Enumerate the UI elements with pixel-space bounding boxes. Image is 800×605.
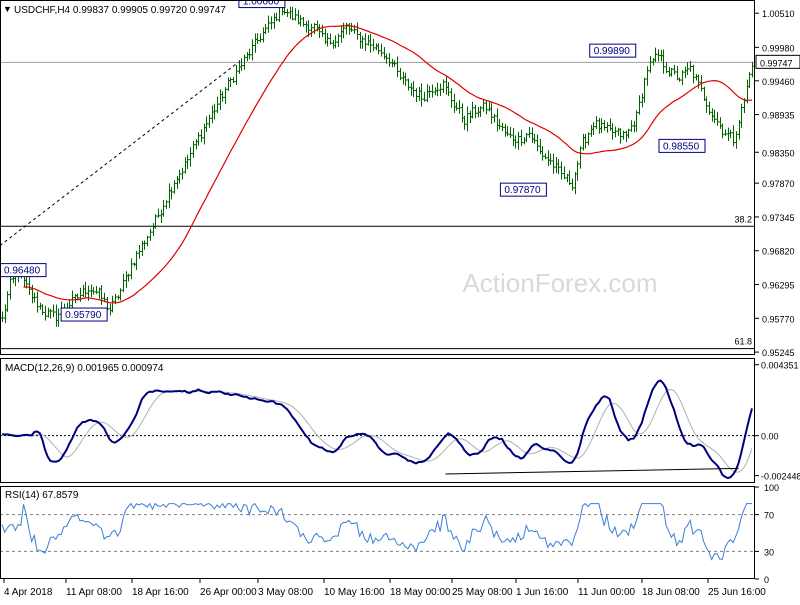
x-tick-label: 4 Apr 2018 — [4, 587, 53, 598]
x-tick-label: 1 Jun 16:00 — [516, 587, 569, 598]
price-label: 0.95790 — [60, 307, 108, 322]
x-tick-label: 25 May 08:00 — [452, 587, 513, 598]
ohlc-low: 0.99720 — [151, 5, 188, 16]
y-tick-label: 0.97870 — [762, 179, 795, 189]
macd-tick-label: 0.00 — [761, 432, 779, 442]
rsi-panel-title: RSI(14) 67.8579 — [5, 490, 79, 501]
y-tick-label: 0.98350 — [762, 148, 795, 158]
x-tick-label: 3 May 08:00 — [258, 587, 313, 598]
rsi-tick-label: 0 — [764, 575, 769, 585]
ohlc-open: 0.99837 — [73, 5, 110, 16]
current-price-label: 0.99747 — [760, 58, 793, 68]
ohlc-high: 0.99905 — [112, 5, 149, 16]
price-label: 1.00660 — [238, 0, 286, 9]
x-tick-label: 11 Apr 08:00 — [66, 587, 122, 598]
chart-canvas: ActionForex.com 38.2 61.8 1.00660 0.99890 0… — [0, 0, 800, 600]
fib-level-label: 61.8 — [734, 337, 752, 347]
macd-panel-title: MACD(12,26,9) 0.001965 0.000974 — [5, 363, 164, 374]
y-tick-label: 0.99980 — [762, 43, 795, 53]
y-tick-label: 0.96295 — [762, 281, 795, 291]
price-label-text: 0.96480 — [4, 266, 41, 277]
price-label-text: 0.97870 — [504, 185, 541, 196]
rsi-tick-label: 30 — [764, 547, 774, 557]
macd-tick-label: 0.004351 — [761, 361, 799, 371]
price-label-text: 0.95790 — [65, 310, 102, 321]
y-tick-label: 0.98935 — [762, 111, 795, 121]
x-tick-label: 11 Jun 00:00 — [578, 587, 636, 598]
symbol-label: USDCHF,H4 — [14, 5, 71, 16]
price-label: 0.98550 — [658, 138, 706, 153]
y-tick-label: 0.95770 — [762, 314, 795, 324]
x-tick-label: 10 May 16:00 — [324, 587, 385, 598]
x-tick-label: 18 Jun 08:00 — [642, 587, 700, 598]
y-tick-label: 0.97345 — [762, 213, 795, 223]
price-label: 0.96480 — [0, 263, 47, 278]
price-label-text: 1.00660 — [243, 0, 280, 8]
x-tick-label: 25 Jun 16:00 — [708, 587, 766, 598]
x-tick-label: 18 Apr 16:00 — [132, 587, 189, 598]
y-tick-label: 0.95245 — [762, 348, 795, 358]
price-label: 0.99890 — [589, 43, 637, 58]
watermark-text: ActionForex.com — [462, 268, 657, 298]
x-tick-label: 18 May 00:00 — [390, 587, 451, 598]
rsi-tick-label: 70 — [764, 511, 774, 521]
price-label-text: 0.99890 — [594, 46, 631, 57]
price-panel-title: USDCHF,H4 0.99837 0.99905 0.99720 0.9974… — [14, 5, 226, 16]
price-label: 0.97870 — [499, 182, 547, 197]
ohlc-close: 0.99747 — [190, 5, 227, 16]
chart-window: ActionForex.com 38.2 61.8 1.00660 0.99890 0… — [0, 0, 800, 600]
y-tick-label: 0.99460 — [762, 77, 795, 87]
chart-menu-arrow-icon[interactable]: ▼ — [3, 4, 12, 14]
y-tick-label: 0.96820 — [762, 247, 795, 257]
y-tick-label: 1.00510 — [762, 9, 795, 19]
rsi-tick-label: 100 — [764, 483, 779, 493]
fib-level-label: 38.2 — [734, 214, 752, 224]
macd-tick-label: -0.002448 — [761, 472, 800, 482]
x-tick-label: 26 Apr 00:00 — [200, 587, 257, 598]
price-label-text: 0.98550 — [663, 141, 700, 152]
